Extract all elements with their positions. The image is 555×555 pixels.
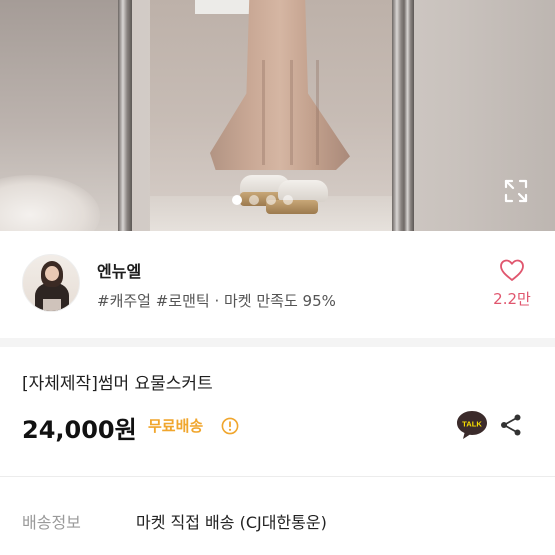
shipping-value: 마켓 직접 배송 (CJ대한통운): [136, 513, 327, 532]
product-title: [자체제작]썸머 요물스커트: [22, 374, 213, 394]
section-divider: [0, 338, 555, 347]
pagination-dot[interactable]: [266, 195, 276, 205]
shipping-label: 배송정보: [22, 513, 81, 532]
mirror-frame-right-outer: [404, 0, 414, 231]
pagination-dot[interactable]: [249, 195, 259, 205]
section-divider: [0, 476, 555, 477]
photo-top: [195, 0, 255, 14]
photo-skirt-fold: [262, 60, 265, 165]
pagination-dot-active[interactable]: [232, 195, 242, 205]
svg-text:TALK: TALK: [462, 420, 482, 429]
like-count: 2.2만: [493, 290, 531, 308]
info-icon[interactable]: [221, 417, 239, 435]
heart-icon[interactable]: [499, 258, 525, 282]
seller-tags: #캐주얼 #로맨틱 · 마켓 만족도 95%: [97, 292, 336, 310]
free-shipping-badge: 무료배송: [148, 417, 204, 435]
share-icon[interactable]: [499, 413, 523, 437]
product-image-gallery[interactable]: [0, 0, 555, 231]
product-price: 24,000원: [22, 416, 137, 444]
gallery-pagination: [232, 195, 293, 205]
expand-icon[interactable]: [503, 178, 529, 204]
pagination-dot[interactable]: [283, 195, 293, 205]
seller-avatar[interactable]: [22, 254, 80, 312]
photo-skirt-fold: [316, 60, 319, 165]
kakao-talk-icon[interactable]: TALK: [455, 409, 489, 441]
seller-section: 엔뉴엘 #캐주얼 #로맨틱 · 마켓 만족도 95% 2.2만: [0, 231, 555, 341]
mirror-frame-left: [118, 0, 132, 231]
photo-skirt-fold: [290, 60, 293, 165]
seller-name[interactable]: 엔뉴엘: [97, 258, 141, 282]
